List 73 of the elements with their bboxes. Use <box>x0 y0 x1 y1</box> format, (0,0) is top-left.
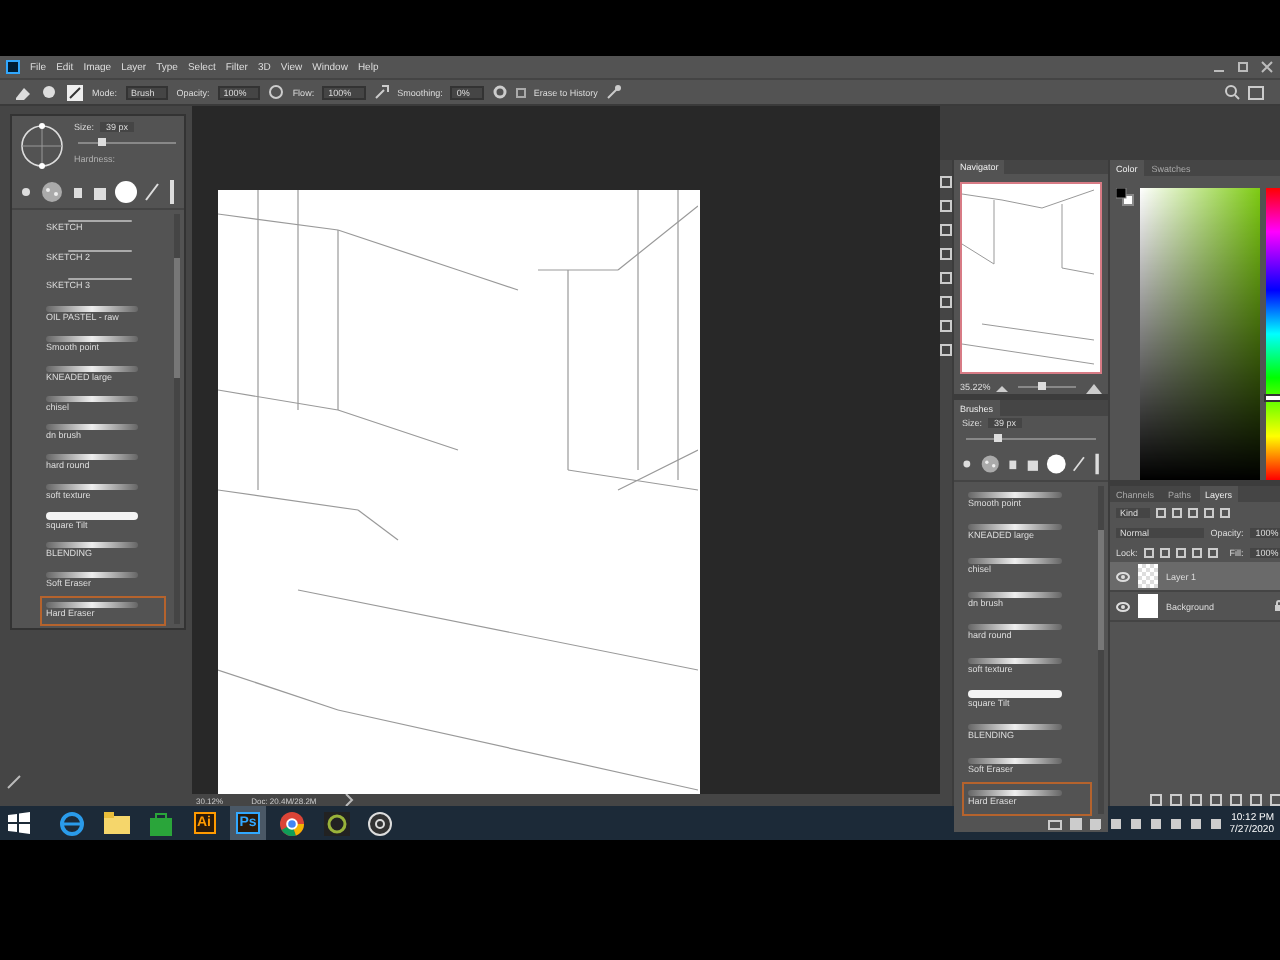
layer-thumbnail <box>1138 564 1158 588</box>
zoom-out-icon[interactable] <box>996 382 1009 392</box>
slider-thumb[interactable] <box>1037 382 1046 390</box>
shopping-bag-icon <box>149 811 171 835</box>
brush-stroke-preview <box>968 557 1063 564</box>
slider-thumb[interactable] <box>1264 394 1280 403</box>
brush-stroke-preview <box>968 689 1063 698</box>
brush-stroke-preview <box>46 602 138 609</box>
brush-stroke-preview <box>968 524 1063 531</box>
brush-stroke-preview <box>46 395 138 402</box>
close-icon[interactable] <box>1260 60 1274 74</box>
round-tip-icon[interactable] <box>1045 452 1067 476</box>
brush-stroke-preview <box>968 790 1063 797</box>
brush-stroke-preview <box>46 572 138 579</box>
search-icon[interactable] <box>1224 84 1240 100</box>
brush-stroke-preview <box>46 512 138 521</box>
taskbar-app[interactable] <box>274 806 310 840</box>
scrollbar-thumb[interactable] <box>174 258 180 378</box>
pencil-tip-icon[interactable] <box>144 182 160 202</box>
brush-stroke-preview <box>46 454 138 461</box>
slider-thumb[interactable] <box>994 434 1003 442</box>
pressure-size-icon[interactable] <box>605 84 622 100</box>
hue-slider[interactable] <box>1266 188 1280 480</box>
eraser-icon[interactable] <box>12 83 32 101</box>
brush-tip-icon[interactable] <box>40 83 58 101</box>
brush-stroke-preview <box>68 219 132 222</box>
brush-stroke-preview <box>46 365 138 372</box>
taskbar-app[interactable] <box>98 806 134 840</box>
pen-icon[interactable] <box>6 774 22 790</box>
color-swatches-icon[interactable] <box>1116 188 1134 206</box>
brush-stroke-preview <box>968 757 1063 764</box>
brush-stroke-preview <box>46 306 138 313</box>
ring-app-icon <box>323 811 349 835</box>
brush-stroke-preview <box>968 591 1063 598</box>
brush-angle-icon[interactable] <box>16 120 68 172</box>
spatter-tip-icon[interactable] <box>979 452 1001 476</box>
slider-thumb[interactable] <box>98 138 107 146</box>
brush-stroke-preview <box>68 249 132 252</box>
round-tip-icon[interactable] <box>114 180 138 204</box>
app-logo-icon <box>6 60 20 74</box>
brush-stroke-preview <box>968 491 1063 498</box>
brush-stroke-preview <box>46 336 138 343</box>
layer-thumbnail <box>1138 594 1158 618</box>
brush-tip-icon[interactable] <box>18 182 34 202</box>
airbrush-icon[interactable] <box>373 84 390 100</box>
windows-start-icon[interactable] <box>8 812 30 834</box>
erase-to-history-checkbox[interactable] <box>515 87 526 97</box>
taskbar-app[interactable] <box>362 806 398 840</box>
eye-icon[interactable] <box>1116 601 1130 611</box>
workspace-icon[interactable] <box>1248 84 1268 100</box>
pencil-tip-icon[interactable] <box>1072 454 1086 474</box>
maximize-icon[interactable] <box>1236 60 1250 74</box>
pressure-icon[interactable] <box>268 84 285 100</box>
brush-stroke-preview <box>68 278 132 281</box>
brush-stroke-preview <box>46 483 138 490</box>
brush-tip-icon[interactable] <box>166 180 178 204</box>
scrollbar-thumb[interactable] <box>1098 530 1104 650</box>
e-browser-icon <box>60 811 84 835</box>
chrome-icon <box>280 811 304 835</box>
brush-stroke-preview <box>968 723 1063 730</box>
spatter-tip-icon[interactable] <box>40 180 64 204</box>
color-field[interactable] <box>1140 188 1261 480</box>
brush-tip-icon[interactable] <box>1091 452 1103 476</box>
brush-stroke-preview <box>46 542 138 549</box>
eye-icon[interactable] <box>1116 571 1130 581</box>
recorder-icon <box>368 811 392 835</box>
taskbar-app[interactable] <box>318 806 354 840</box>
zoom-in-icon[interactable] <box>1086 381 1102 393</box>
brush-stroke-preview <box>968 624 1063 631</box>
brush-stroke-preview <box>46 424 138 431</box>
gear-icon[interactable] <box>491 84 508 100</box>
brush-stroke-preview <box>968 657 1063 664</box>
brush-panel-icon[interactable] <box>66 83 84 101</box>
